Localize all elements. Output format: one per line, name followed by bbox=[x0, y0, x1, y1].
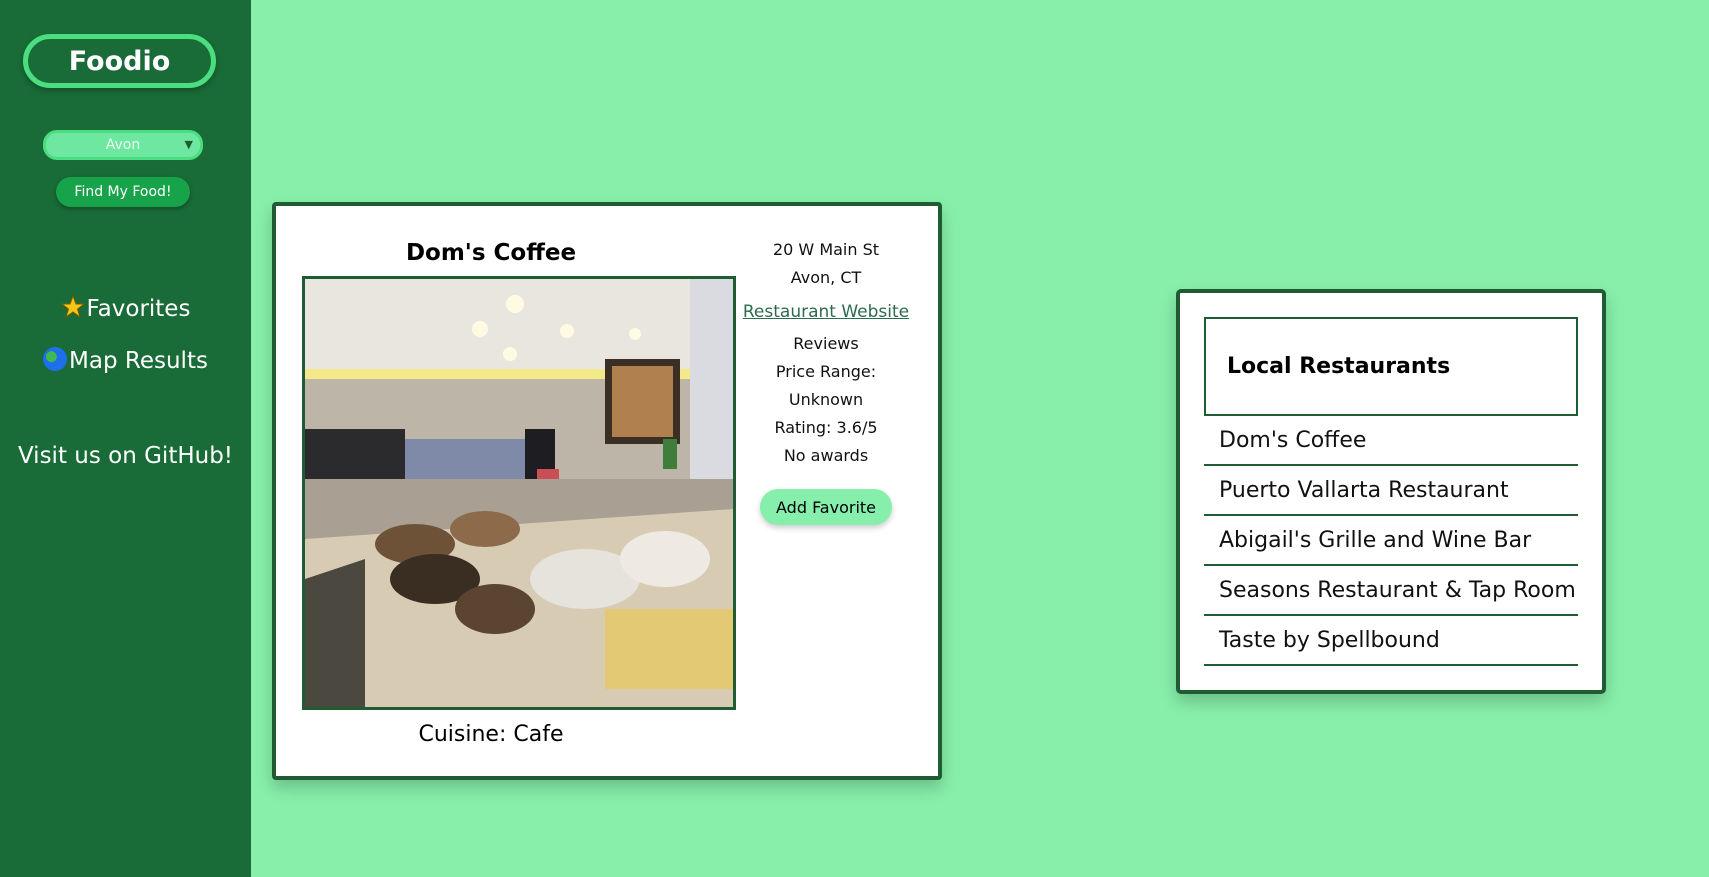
local-restaurants-title: Local Restaurants bbox=[1204, 317, 1578, 416]
add-favorite-button[interactable]: Add Favorite bbox=[760, 489, 892, 525]
restaurant-info: 20 W Main St Avon, CT Restaurant Website… bbox=[736, 236, 916, 470]
chevron-down-icon: ▼ bbox=[184, 138, 193, 151]
restaurant-website-link[interactable]: Restaurant Website bbox=[736, 298, 916, 326]
nav-map-results[interactable]: Map Results bbox=[0, 347, 251, 374]
globe-icon bbox=[43, 347, 68, 371]
nav-favorites[interactable]: Favorites bbox=[0, 295, 251, 322]
awards-label: No awards bbox=[783, 446, 869, 465]
price-range-value: Unknown bbox=[788, 390, 864, 409]
github-link[interactable]: Visit us on GitHub! bbox=[0, 443, 251, 469]
restaurant-detail-card: Dom's Coffee Cuisine: Cafe 20 W Main St … bbox=[272, 202, 942, 780]
list-item[interactable]: Abigail's Grille and Wine Bar bbox=[1204, 516, 1578, 566]
nav-map-results-label: Map Results bbox=[69, 348, 208, 374]
address-line2: Avon, CT bbox=[790, 268, 862, 287]
list-item[interactable]: Taste by Spellbound bbox=[1204, 616, 1578, 666]
list-item[interactable]: Seasons Restaurant & Tap Room bbox=[1204, 566, 1578, 616]
price-range-label: Price Range: bbox=[775, 362, 877, 381]
nav-favorites-label: Favorites bbox=[86, 296, 191, 322]
rating-label: Rating: 3.6/5 bbox=[774, 418, 878, 437]
city-select-value: Avon bbox=[105, 137, 141, 153]
app-logo[interactable]: Foodio bbox=[23, 34, 216, 88]
reviews-label: Reviews bbox=[793, 334, 859, 353]
cuisine-label: Cuisine: Cafe bbox=[418, 722, 564, 747]
address-line1: 20 W Main St bbox=[772, 240, 880, 259]
restaurant-photo bbox=[302, 276, 736, 710]
local-restaurants-card: Local Restaurants Dom's Coffee Puerto Va… bbox=[1176, 289, 1606, 694]
list-item[interactable]: Dom's Coffee bbox=[1204, 416, 1578, 466]
restaurant-photo-image bbox=[305, 279, 733, 707]
local-restaurants-list: Dom's Coffee Puerto Vallarta Restaurant … bbox=[1204, 416, 1578, 666]
star-icon bbox=[60, 295, 85, 319]
city-select[interactable]: Avon ▼ bbox=[43, 130, 203, 160]
sidebar: Foodio Avon ▼ Find My Food! Favorites Ma… bbox=[0, 0, 251, 877]
list-item[interactable]: Puerto Vallarta Restaurant bbox=[1204, 466, 1578, 516]
find-food-button[interactable]: Find My Food! bbox=[56, 177, 190, 207]
restaurant-name: Dom's Coffee bbox=[405, 240, 577, 266]
